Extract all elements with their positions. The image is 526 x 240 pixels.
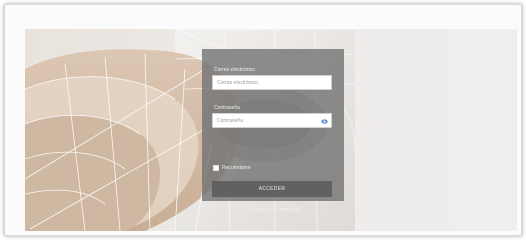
login-panel: Correo electrónico Correo electrónico Co… <box>202 49 344 213</box>
browser-window: Correo electrónico Correo electrónico Co… <box>4 4 522 236</box>
login-button[interactable]: ACCEDER <box>212 181 332 197</box>
eye-icon[interactable] <box>321 118 328 125</box>
remember-me[interactable]: Recuérdame <box>213 164 251 172</box>
email-label: Correo electrónico <box>214 67 255 73</box>
forgot-password-link[interactable]: ¿Olvidaste tu contraseña? <box>202 207 344 213</box>
login-page: Correo electrónico Correo electrónico Co… <box>25 29 517 231</box>
password-field[interactable]: Contraseña <box>212 113 332 128</box>
password-label: Contraseña <box>214 105 240 111</box>
remember-label: Recuérdame <box>222 165 251 171</box>
password-placeholder: Contraseña <box>217 118 243 124</box>
email-field[interactable]: Correo electrónico <box>212 75 332 90</box>
remember-checkbox[interactable] <box>213 165 219 171</box>
email-placeholder: Correo electrónico <box>217 80 258 86</box>
